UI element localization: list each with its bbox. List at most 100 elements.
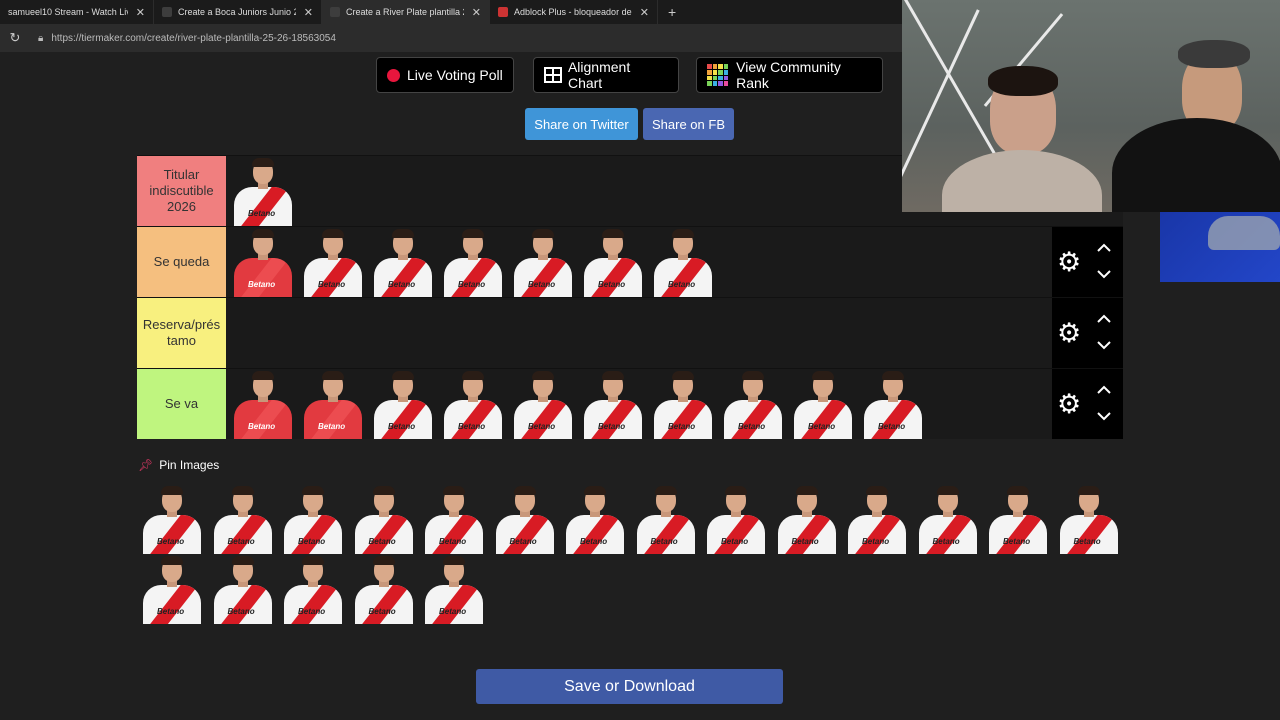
sponsor-text: Betano <box>248 209 276 218</box>
player-image[interactable]: Betano <box>228 369 298 439</box>
player-image[interactable]: Betano <box>1054 484 1124 554</box>
player-image[interactable]: Betano <box>208 554 278 624</box>
community-rank-button[interactable]: View Community Rank <box>696 57 883 93</box>
player-image[interactable]: Betano <box>228 227 298 297</box>
sponsor-text: Betano <box>721 537 749 546</box>
player-image[interactable]: Betano <box>419 484 489 554</box>
player-image[interactable]: Betano <box>842 484 912 554</box>
player-image[interactable]: Betano <box>578 369 648 439</box>
player-image[interactable]: Betano <box>419 554 489 624</box>
gear-icon[interactable]: ⚙ <box>1057 389 1081 419</box>
close-icon[interactable]: ✕ <box>304 6 313 19</box>
share-twitter-button[interactable]: Share on Twitter <box>525 108 638 140</box>
sponsor-text: Betano <box>580 537 608 546</box>
streamer-left-body <box>942 150 1102 212</box>
color-mosaic-icon <box>707 64 729 86</box>
tab-title: samueel10 Stream - Watch Live o <box>8 7 128 17</box>
sponsor-text: Betano <box>1073 537 1101 546</box>
player-image[interactable]: Betano <box>137 554 207 624</box>
gear-icon[interactable]: ⚙ <box>1057 247 1081 277</box>
browser-tab[interactable]: Adblock Plus - bloqueador de an ✕ <box>490 0 658 24</box>
player-image[interactable]: Betano <box>349 484 419 554</box>
new-tab-button[interactable]: + <box>668 4 676 20</box>
sponsor-text: Betano <box>368 537 396 546</box>
player-image[interactable]: Betano <box>228 156 298 226</box>
sponsor-text: Betano <box>668 280 696 289</box>
sponsor-text: Betano <box>878 422 906 431</box>
sponsor-text: Betano <box>388 422 416 431</box>
player-image[interactable]: Betano <box>788 369 858 439</box>
sponsor-text: Betano <box>318 422 346 431</box>
player-image[interactable]: Betano <box>718 369 788 439</box>
sponsor-text: Betano <box>458 422 486 431</box>
sponsor-text: Betano <box>668 422 696 431</box>
share-facebook-button[interactable]: Share on FB <box>643 108 734 140</box>
chevron-up-icon[interactable] <box>1096 241 1112 255</box>
player-image[interactable]: Betano <box>983 484 1053 554</box>
sponsor-text: Betano <box>458 280 486 289</box>
player-image[interactable]: Betano <box>631 484 701 554</box>
player-image[interactable]: Betano <box>298 369 368 439</box>
alignment-chart-label: Alignment Chart <box>567 59 631 91</box>
player-image[interactable]: Betano <box>438 369 508 439</box>
browser-tab[interactable]: Create a Boca Juniors Junio 2025 ✕ <box>154 0 322 24</box>
browser-tab-active[interactable]: Create a River Plate plantilla 25/2 ✕ <box>322 0 490 24</box>
live-voting-poll-label: Live Voting Poll <box>407 67 503 83</box>
player-image[interactable]: Betano <box>208 484 278 554</box>
tiermaker-favicon-icon <box>330 7 340 17</box>
reload-icon[interactable]: ↻ <box>6 30 24 46</box>
close-icon[interactable]: ✕ <box>472 6 481 19</box>
url-field[interactable]: 🔒︎ https://tiermaker.com/create/river-pl… <box>38 28 918 48</box>
gear-icon[interactable]: ⚙ <box>1057 318 1081 348</box>
sponsor-text: Betano <box>791 537 819 546</box>
tier-label[interactable]: Se va <box>137 369 226 439</box>
tier-label[interactable]: Titular indiscutible 2026 <box>137 156 226 226</box>
sponsor-text: Betano <box>388 280 416 289</box>
live-voting-poll-button[interactable]: Live Voting Poll <box>376 57 514 93</box>
player-image[interactable]: Betano <box>560 484 630 554</box>
chevron-up-icon[interactable] <box>1096 312 1112 326</box>
tier-items[interactable]: Betano Betano Betano Betano Betano Betano Beta… <box>226 227 1123 297</box>
player-image[interactable]: Betano <box>648 369 718 439</box>
player-image[interactable]: Betano <box>913 484 983 554</box>
tier-row: Se va Betano Betano Betano Betano Betano Betan… <box>137 368 1123 439</box>
sponsor-text: Betano <box>298 537 326 546</box>
community-rank-label: View Community Rank <box>736 59 841 91</box>
player-image[interactable]: Betano <box>490 484 560 554</box>
player-image[interactable]: Betano <box>508 369 578 439</box>
chevron-down-icon[interactable] <box>1096 267 1112 281</box>
pin-images-label: Pin Images <box>159 458 220 472</box>
sponsor-text: Betano <box>439 607 467 616</box>
player-image[interactable]: Betano <box>298 227 368 297</box>
player-image[interactable]: Betano <box>701 484 771 554</box>
sponsor-text: Betano <box>862 537 890 546</box>
sponsor-text: Betano <box>157 537 185 546</box>
close-icon[interactable]: ✕ <box>640 6 649 19</box>
chevron-down-icon[interactable] <box>1096 409 1112 423</box>
pin-images-toggle[interactable]: 📌︎ Pin Images <box>138 458 219 472</box>
chevron-up-icon[interactable] <box>1096 383 1112 397</box>
player-image[interactable]: Betano <box>349 554 419 624</box>
player-image[interactable]: Betano <box>772 484 842 554</box>
player-image[interactable]: Betano <box>368 369 438 439</box>
tier-label[interactable]: Reserva/prés tamo <box>137 298 226 368</box>
chevron-down-icon[interactable] <box>1096 338 1112 352</box>
player-image[interactable]: Betano <box>648 227 718 297</box>
player-image[interactable]: Betano <box>278 554 348 624</box>
save-or-download-button[interactable]: Save or Download <box>476 669 783 704</box>
tier-label[interactable]: Se queda <box>137 227 226 297</box>
player-image[interactable]: Betano <box>368 227 438 297</box>
player-image[interactable]: Betano <box>137 484 207 554</box>
tiermaker-favicon-icon <box>162 7 172 17</box>
player-image[interactable]: Betano <box>438 227 508 297</box>
player-image[interactable]: Betano <box>278 484 348 554</box>
close-icon[interactable]: ✕ <box>136 6 145 19</box>
player-image[interactable]: Betano <box>858 369 928 439</box>
tier-items[interactable]: Betano Betano Betano Betano Betano Betano Beta… <box>226 369 1123 439</box>
player-image[interactable]: Betano <box>508 227 578 297</box>
player-image[interactable]: Betano <box>578 227 648 297</box>
alignment-chart-button[interactable]: Alignment Chart <box>533 57 679 93</box>
lock-icon: 🔒︎ <box>38 32 44 44</box>
tier-items[interactable] <box>226 298 1123 368</box>
browser-tab[interactable]: samueel10 Stream - Watch Live o ✕ <box>0 0 154 24</box>
